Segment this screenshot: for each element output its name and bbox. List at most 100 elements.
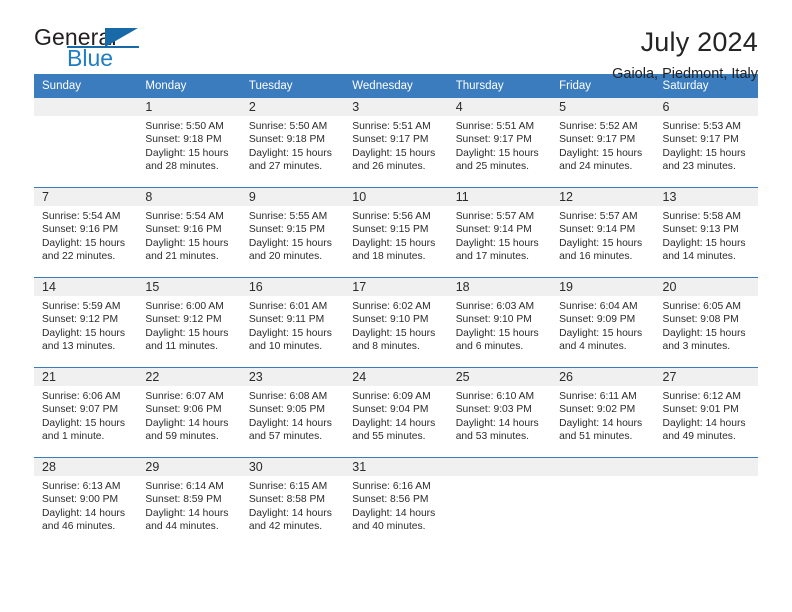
calendar-cell[interactable]: 19 Sunrise: 6:04 AM Sunset: 9:09 PM Dayligh… xyxy=(551,277,655,368)
calendar-cell[interactable]: 2 Sunrise: 5:50 AM Sunset: 9:18 PM Daylight… xyxy=(240,98,345,188)
sunset-text: Sunset: 9:06 PM xyxy=(145,404,222,416)
sunset-text: Sunset: 9:12 PM xyxy=(42,314,119,326)
daylight-text: Daylight: 15 hours and 24 minutes. xyxy=(559,147,643,173)
day-cell: 23 Sunrise: 6:08 AM Sunset: 9:05 PM Dayligh… xyxy=(240,368,345,457)
sunset-text: Sunset: 9:18 PM xyxy=(248,134,325,146)
calendar-cell[interactable]: 5 Sunrise: 5:52 AM Sunset: 9:17 PM Daylight… xyxy=(551,98,655,188)
calendar-cell[interactable]: 28 Sunrise: 6:13 AM Sunset: 9:00 PM Dayligh… xyxy=(34,457,138,547)
daylight-text: Daylight: 15 hours and 27 minutes. xyxy=(248,147,332,173)
day-number: 12 xyxy=(551,188,655,206)
calendar-cell[interactable]: 7 Sunrise: 5:54 AM Sunset: 9:16 PM Daylight… xyxy=(34,187,138,278)
calendar-cell[interactable]: 6 Sunrise: 5:53 AM Sunset: 9:17 PM Daylight… xyxy=(654,98,758,188)
daylight-text: Daylight: 15 hours and 14 minutes. xyxy=(662,237,746,263)
calendar-cell[interactable]: 22 Sunrise: 6:07 AM Sunset: 9:06 PM Dayligh… xyxy=(137,367,241,458)
daylight-text: Daylight: 15 hours and 10 minutes. xyxy=(248,327,332,353)
calendar-cell[interactable]: 18 Sunrise: 6:03 AM Sunset: 9:10 PM Dayligh… xyxy=(447,277,552,368)
sunrise-text: Sunrise: 6:12 AM xyxy=(662,391,741,402)
calendar-body: 1 Sunrise: 5:50 AM Sunset: 9:18 PM Daylight… xyxy=(34,98,758,547)
day-sun-info: Sunrise: 6:09 AM Sunset: 9:04 PM Daylight:… xyxy=(344,386,447,444)
calendar-cell[interactable]: 15 Sunrise: 6:00 AM Sunset: 9:12 PM Dayligh… xyxy=(137,277,241,368)
day-sun-info: Sunrise: 6:15 AM Sunset: 8:58 PM Daylight:… xyxy=(241,476,344,534)
calendar-cell[interactable]: 21 Sunrise: 6:06 AM Sunset: 9:07 PM Dayligh… xyxy=(34,367,138,458)
day-cell: 13 Sunrise: 5:58 AM Sunset: 9:13 PM Dayligh… xyxy=(654,188,758,277)
day-sun-info: Sunrise: 6:13 AM Sunset: 9:00 PM Daylight:… xyxy=(34,476,137,534)
sunset-text: Sunset: 9:04 PM xyxy=(352,404,429,416)
calendar-cell[interactable]: 12 Sunrise: 5:57 AM Sunset: 9:14 PM Dayligh… xyxy=(551,187,655,278)
calendar-cell[interactable]: 26 Sunrise: 6:11 AM Sunset: 9:02 PM Dayligh… xyxy=(551,367,655,458)
day-sun-info: Sunrise: 5:54 AM Sunset: 9:16 PM Daylight:… xyxy=(34,206,137,264)
calendar-cell[interactable]: 11 Sunrise: 5:57 AM Sunset: 9:14 PM Dayligh… xyxy=(447,187,552,278)
calendar-cell[interactable]: 9 Sunrise: 5:55 AM Sunset: 9:15 PM Daylight… xyxy=(240,187,345,278)
sunrise-text: Sunrise: 5:52 AM xyxy=(559,121,638,132)
daylight-text: Daylight: 14 hours and 53 minutes. xyxy=(455,417,539,443)
calendar-cell[interactable]: 4 Sunrise: 5:51 AM Sunset: 9:17 PM Daylight… xyxy=(447,98,552,188)
general-blue-logo[interactable]: General Blue xyxy=(34,26,144,74)
sunset-text: Sunset: 8:59 PM xyxy=(145,494,222,506)
calendar-cell[interactable]: 14 Sunrise: 5:59 AM Sunset: 9:12 PM Dayligh… xyxy=(34,277,138,368)
day-sun-info: Sunrise: 5:55 AM Sunset: 9:15 PM Daylight:… xyxy=(241,206,344,264)
calendar-cell[interactable]: 27 Sunrise: 6:12 AM Sunset: 9:01 PM Dayligh… xyxy=(654,367,758,458)
calendar-cell[interactable]: 10 Sunrise: 5:56 AM Sunset: 9:15 PM Dayligh… xyxy=(344,187,448,278)
daylight-text: Daylight: 14 hours and 46 minutes. xyxy=(42,507,125,533)
sunset-text: Sunset: 9:16 PM xyxy=(145,224,222,236)
daylight-text: Daylight: 15 hours and 16 minutes. xyxy=(559,237,643,263)
calendar-table: Sunday Monday Tuesday Wednesday Thursday… xyxy=(34,74,758,547)
calendar-cell[interactable]: 25 Sunrise: 6:10 AM Sunset: 9:03 PM Dayligh… xyxy=(447,367,552,458)
day-cell: 25 Sunrise: 6:10 AM Sunset: 9:03 PM Dayligh… xyxy=(447,368,552,457)
daylight-text: Daylight: 15 hours and 28 minutes. xyxy=(145,147,229,173)
calendar-cell[interactable]: 31 Sunrise: 6:16 AM Sunset: 8:56 PM Dayligh… xyxy=(344,457,448,547)
day-number: 30 xyxy=(240,458,345,476)
day-number: 29 xyxy=(137,458,241,476)
sunset-text: Sunset: 9:14 PM xyxy=(455,224,532,236)
sunset-text: Sunset: 9:03 PM xyxy=(455,404,532,416)
day-cell xyxy=(447,458,552,547)
day-number: 2 xyxy=(240,98,345,116)
calendar-cell[interactable]: 20 Sunrise: 6:05 AM Sunset: 9:08 PM Dayligh… xyxy=(654,277,758,368)
day-number: 28 xyxy=(34,458,138,476)
calendar-cell[interactable]: 23 Sunrise: 6:08 AM Sunset: 9:05 PM Dayligh… xyxy=(240,367,345,458)
day-cell: 15 Sunrise: 6:00 AM Sunset: 9:12 PM Dayligh… xyxy=(137,278,241,367)
day-cell: 20 Sunrise: 6:05 AM Sunset: 9:08 PM Dayligh… xyxy=(654,278,758,367)
sunrise-text: Sunrise: 6:14 AM xyxy=(145,481,224,492)
day-cell: 6 Sunrise: 5:53 AM Sunset: 9:17 PM Daylight… xyxy=(654,98,758,187)
day-number: 25 xyxy=(447,368,552,386)
day-cell: 29 Sunrise: 6:14 AM Sunset: 8:59 PM Dayligh… xyxy=(137,458,241,547)
calendar-cell[interactable]: 16 Sunrise: 6:01 AM Sunset: 9:11 PM Dayligh… xyxy=(240,277,345,368)
day-cell: 19 Sunrise: 6:04 AM Sunset: 9:09 PM Dayligh… xyxy=(551,278,655,367)
day-sun-info: Sunrise: 5:50 AM Sunset: 9:18 PM Daylight:… xyxy=(241,116,344,174)
daylight-text: Daylight: 15 hours and 11 minutes. xyxy=(145,327,229,353)
weekday-header-sunday: Sunday xyxy=(34,74,138,98)
daylight-text: Daylight: 15 hours and 22 minutes. xyxy=(42,237,125,263)
sunset-text: Sunset: 9:17 PM xyxy=(352,134,429,146)
calendar-cell[interactable]: 24 Sunrise: 6:09 AM Sunset: 9:04 PM Dayligh… xyxy=(344,367,448,458)
calendar-cell[interactable]: 3 Sunrise: 5:51 AM Sunset: 9:17 PM Daylight… xyxy=(344,98,448,188)
page-header: General Blue July 2024 Gaiola, Piedmont,… xyxy=(34,0,758,83)
daylight-text: Daylight: 14 hours and 55 minutes. xyxy=(352,417,436,443)
sunrise-text: Sunrise: 6:16 AM xyxy=(352,481,431,492)
calendar-cell[interactable]: 17 Sunrise: 6:02 AM Sunset: 9:10 PM Dayligh… xyxy=(344,277,448,368)
day-sun-info: Sunrise: 5:50 AM Sunset: 9:18 PM Daylight:… xyxy=(137,116,240,174)
day-number: 10 xyxy=(344,188,448,206)
day-cell: 5 Sunrise: 5:52 AM Sunset: 9:17 PM Daylight… xyxy=(551,98,655,187)
sunrise-text: Sunrise: 5:51 AM xyxy=(352,121,431,132)
daylight-text: Daylight: 15 hours and 6 minutes. xyxy=(455,327,539,353)
calendar-cell[interactable]: 8 Sunrise: 5:54 AM Sunset: 9:16 PM Daylight… xyxy=(137,187,241,278)
daylight-text: Daylight: 15 hours and 23 minutes. xyxy=(662,147,746,173)
sunrise-text: Sunrise: 6:10 AM xyxy=(455,391,535,402)
day-cell: 28 Sunrise: 6:13 AM Sunset: 9:00 PM Dayligh… xyxy=(34,458,138,547)
calendar-cell[interactable]: 13 Sunrise: 5:58 AM Sunset: 9:13 PM Dayligh… xyxy=(654,187,758,278)
calendar-week-row: 21 Sunrise: 6:06 AM Sunset: 9:07 PM Dayligh… xyxy=(34,367,758,458)
day-number: 19 xyxy=(551,278,655,296)
day-number xyxy=(654,458,758,476)
calendar-cell[interactable]: 30 Sunrise: 6:15 AM Sunset: 8:58 PM Dayligh… xyxy=(240,457,345,547)
daylight-text: Daylight: 14 hours and 59 minutes. xyxy=(145,417,229,443)
day-number: 15 xyxy=(137,278,241,296)
day-sun-info: Sunrise: 5:53 AM Sunset: 9:17 PM Daylight:… xyxy=(655,116,758,174)
calendar-cell[interactable]: 1 Sunrise: 5:50 AM Sunset: 9:18 PM Daylight… xyxy=(137,98,241,188)
day-cell: 8 Sunrise: 5:54 AM Sunset: 9:16 PM Daylight… xyxy=(137,188,241,277)
sunrise-text: Sunrise: 6:04 AM xyxy=(559,301,638,312)
calendar-cell-empty xyxy=(551,457,655,547)
sunrise-text: Sunrise: 6:05 AM xyxy=(662,301,741,312)
calendar-cell[interactable]: 29 Sunrise: 6:14 AM Sunset: 8:59 PM Dayligh… xyxy=(137,457,241,547)
day-cell: 24 Sunrise: 6:09 AM Sunset: 9:04 PM Dayligh… xyxy=(344,368,448,457)
